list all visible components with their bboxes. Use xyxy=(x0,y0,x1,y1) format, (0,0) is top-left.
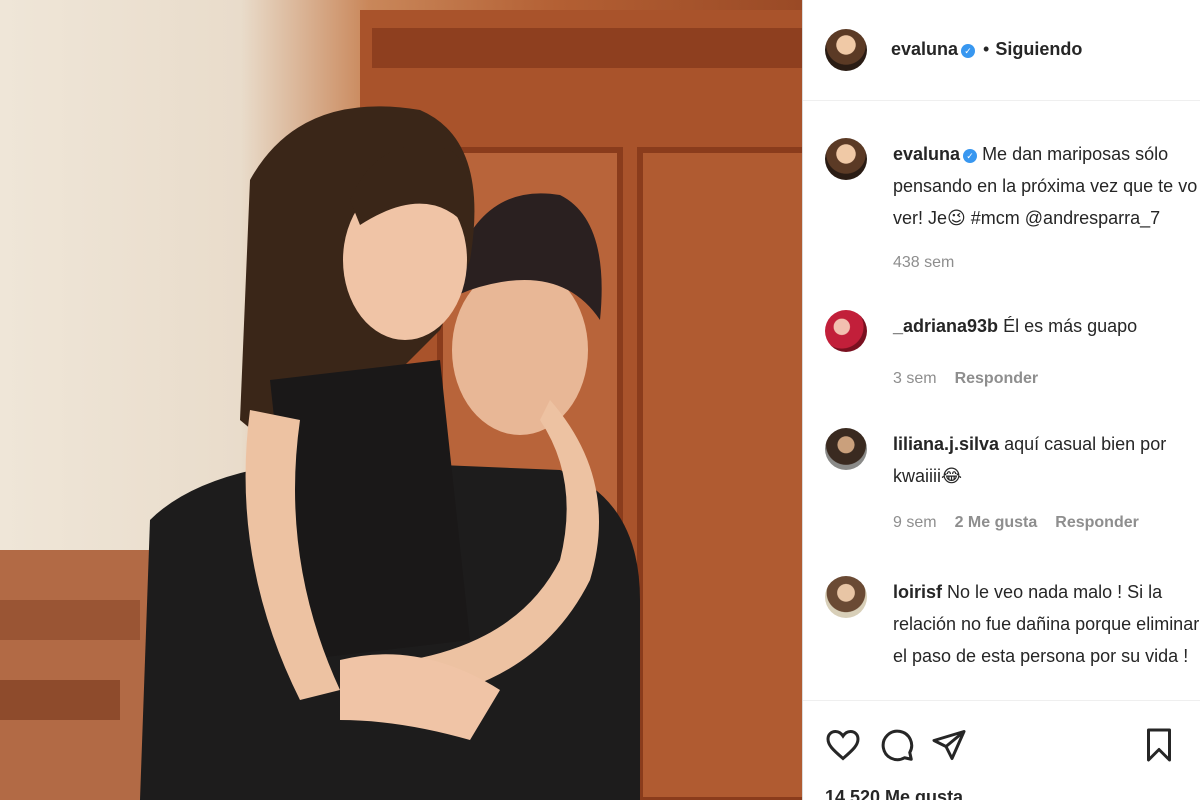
username-link[interactable]: loirisf xyxy=(893,582,942,602)
separator-dot: • xyxy=(983,39,990,59)
username-link[interactable]: evaluna xyxy=(891,39,958,59)
follow-status-button[interactable]: Siguiendo xyxy=(995,39,1082,59)
comment-time: 9 sem xyxy=(893,514,937,531)
side-panel: evaluna ✓ • Siguiendo evaluna ✓ Me dan marip… xyxy=(802,0,1200,800)
photo-illustration xyxy=(0,10,802,800)
likes-count[interactable]: 14.520 Me gusta xyxy=(825,787,963,800)
avatar[interactable] xyxy=(825,428,867,470)
username-link[interactable]: liliana.j.silva xyxy=(893,434,999,454)
comment: loirisf No le veo nada malo ! Si la rela… xyxy=(825,576,1200,700)
comment-time: 3 sem xyxy=(893,370,937,387)
avatar[interactable] xyxy=(825,138,867,180)
comment-text-block: loirisf No le veo nada malo ! Si la rela… xyxy=(893,576,1200,672)
caption-time: 438 sem xyxy=(893,254,955,271)
caption-text-block: evaluna ✓ Me dan mariposas sólo pensando … xyxy=(893,138,1200,234)
comment-text-block: liliana.j.silva aquí casual bien por kwa… xyxy=(893,428,1200,492)
comment: liliana.j.silva aquí casual bien por kwa… xyxy=(825,428,1200,548)
caption: evaluna ✓ Me dan mariposas sólo pensando … xyxy=(825,138,1200,278)
share-icon[interactable] xyxy=(931,727,967,763)
avatar[interactable] xyxy=(825,310,867,352)
comment-meta: 9 sem 2 Me gusta Responder xyxy=(893,514,1157,532)
bookmark-icon[interactable] xyxy=(1141,727,1177,763)
heart-icon[interactable] xyxy=(825,727,861,763)
comment-text-block: _adriana93b Él es más guapo xyxy=(893,310,1200,342)
comment-text: Él es más guapo xyxy=(1003,316,1138,336)
action-bar: 14.520 Me gusta xyxy=(803,700,1200,800)
comment-icon[interactable] xyxy=(879,727,915,763)
verified-badge-icon: ✓ xyxy=(961,44,976,58)
reply-button[interactable]: Responder xyxy=(1055,514,1139,531)
comment: _adriana93b Él es más guapo 3 sem Respond… xyxy=(825,310,1200,400)
verified-badge-icon: ✓ xyxy=(963,149,978,163)
header-user: evaluna ✓ • Siguiendo xyxy=(891,39,1082,60)
comment-meta: 3 sem Responder xyxy=(893,370,1056,388)
post-header: evaluna ✓ • Siguiendo xyxy=(803,0,1200,101)
comment-likes-button[interactable]: 2 Me gusta xyxy=(955,514,1038,531)
username-link[interactable]: _adriana93b xyxy=(893,316,998,336)
reply-button[interactable]: Responder xyxy=(955,370,1039,387)
avatar[interactable] xyxy=(825,29,867,71)
caption-meta: 438 sem xyxy=(893,254,972,272)
avatar[interactable] xyxy=(825,576,867,618)
username-link[interactable]: evaluna xyxy=(893,144,960,164)
post-photo[interactable] xyxy=(0,0,802,800)
